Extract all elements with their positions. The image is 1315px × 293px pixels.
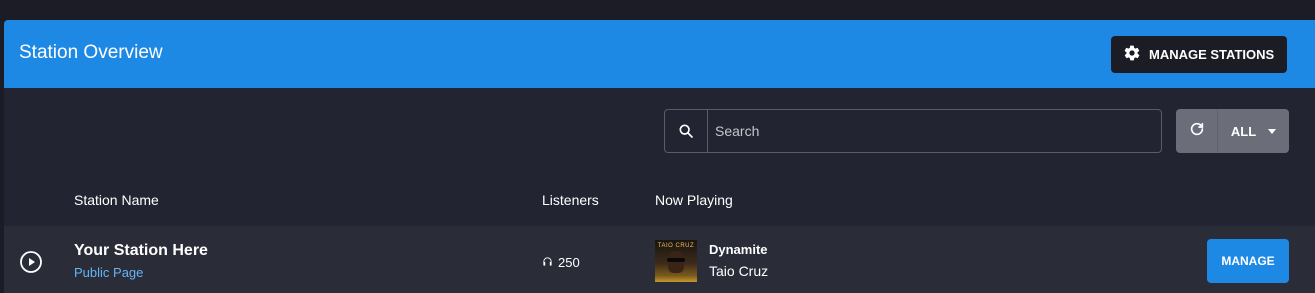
card-header: Station Overview MANAGE STATIONS bbox=[4, 20, 1315, 88]
public-page-link[interactable]: Public Page bbox=[74, 265, 143, 280]
play-icon[interactable] bbox=[19, 250, 43, 274]
search-input[interactable] bbox=[708, 110, 1161, 152]
search-icon bbox=[665, 110, 708, 152]
headphones-icon bbox=[542, 255, 553, 270]
manage-stations-label: MANAGE STATIONS bbox=[1149, 47, 1275, 62]
listeners-value: 250 bbox=[558, 255, 580, 270]
chevron-down-icon bbox=[1268, 128, 1277, 134]
table-row: Your Station Here Public Page 250 TAIO C… bbox=[4, 226, 1315, 293]
column-header-listeners: Listeners bbox=[542, 192, 599, 208]
station-overview-card: Station Overview MANAGE STATIONS ALL Sta… bbox=[4, 20, 1315, 293]
refresh-icon bbox=[1189, 121, 1205, 142]
album-art-text: TAIO CRUZ bbox=[657, 243, 695, 249]
search-group bbox=[664, 109, 1162, 153]
manage-button[interactable]: MANAGE bbox=[1207, 239, 1289, 283]
filter-label: ALL bbox=[1230, 123, 1257, 139]
filter-group: ALL bbox=[1176, 109, 1289, 153]
song-artist: Taio Cruz bbox=[709, 263, 769, 279]
song-title: Dynamite bbox=[709, 242, 768, 257]
filter-dropdown[interactable]: ALL bbox=[1218, 109, 1289, 153]
station-name: Your Station Here bbox=[74, 242, 208, 259]
album-art-glasses bbox=[667, 258, 685, 262]
column-header-station-name: Station Name bbox=[74, 192, 159, 208]
refresh-button[interactable] bbox=[1176, 109, 1218, 153]
listeners-count: 250 bbox=[542, 255, 580, 270]
album-art: TAIO CRUZ bbox=[655, 240, 697, 282]
manage-stations-button[interactable]: MANAGE STATIONS bbox=[1111, 36, 1287, 73]
gear-icon bbox=[1123, 44, 1141, 65]
page-title: Station Overview bbox=[19, 42, 163, 63]
album-art-figure bbox=[668, 251, 684, 273]
column-header-now-playing: Now Playing bbox=[655, 192, 733, 208]
